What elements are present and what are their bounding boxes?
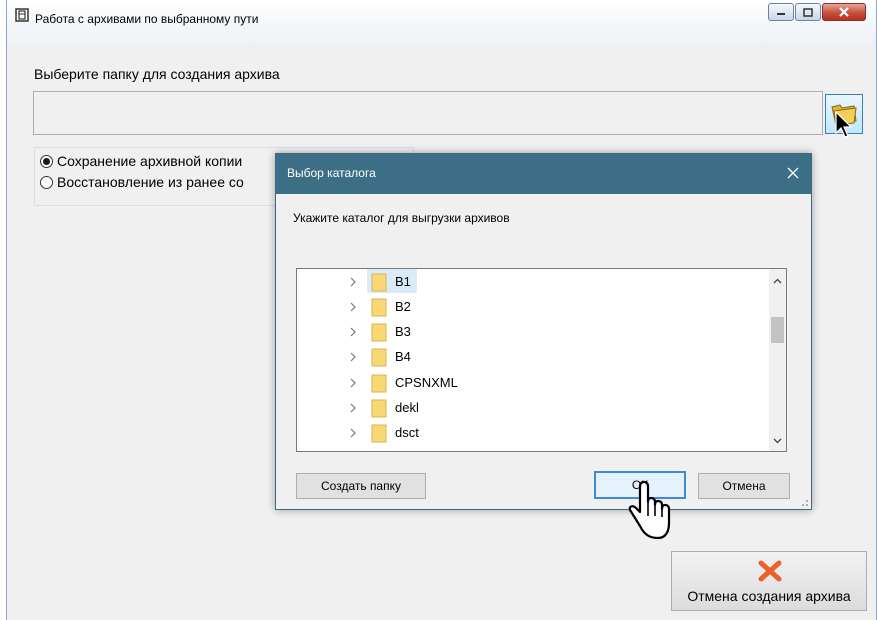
chevron-right-icon[interactable] [349,352,357,362]
maximize-icon [803,7,813,17]
folder-icon [371,374,387,393]
folder-icon [371,399,387,418]
folder-icon [371,348,387,367]
minimize-icon [777,13,785,15]
radio-restore-archive[interactable]: Восстановление из ранее со [40,174,244,190]
radio-checked-icon [40,154,53,168]
folder-icon [371,273,387,292]
tree-scrollbar[interactable] [769,269,786,451]
window-title: Работа с архивами по выбранному пути [35,12,259,26]
app-icon [15,8,29,22]
tree-item[interactable]: B2 [297,294,767,320]
tree-item[interactable]: dekl [297,395,767,421]
cancel-archive-label: Отмена создания архива [687,588,851,604]
cancel-x-icon [758,560,782,582]
window-titlebar: Работа с архивами по выбранному пути [7,0,876,44]
close-icon [839,7,849,17]
close-icon [787,167,799,179]
chevron-right-icon[interactable] [349,378,357,388]
select-folder-label: Выберите папку для создания архива [34,66,280,82]
choose-folder-dialog: Выбор каталога Укажите каталог для выгру… [275,153,812,510]
chevron-right-icon[interactable] [349,327,357,337]
radio-save-archive[interactable]: Сохранение архивной копии [40,153,242,169]
tree-item-label: dsct [395,425,419,440]
tree-item[interactable]: B4 [297,344,767,370]
folder-icon [371,323,387,342]
tree-item-label: B3 [395,324,411,339]
tree-item-label: CPSNXML [395,375,458,390]
cancel-button[interactable]: Отмена [698,473,790,499]
chevron-right-icon[interactable] [349,277,357,287]
radio-unchecked-icon [40,175,53,189]
arrow-cursor-icon [835,111,853,138]
folder-icon [371,298,387,317]
tree-item-label: B1 [395,274,411,289]
radio-save-label: Сохранение архивной копии [57,153,243,169]
path-input[interactable] [33,91,823,135]
dialog-title: Выбор каталога [287,166,376,180]
folder-tree[interactable]: B1 B2 B3 B4 CPSNXML dekl dsct [296,268,787,452]
tree-item[interactable]: B3 [297,319,767,345]
tree-item-label: B2 [395,299,411,314]
cancel-archive-button[interactable]: Отмена создания архива [671,551,867,611]
tree-item[interactable]: B1 [297,269,767,295]
create-folder-button[interactable]: Создать папку [296,473,426,499]
minimize-button[interactable] [768,3,794,21]
dialog-titlebar: Выбор каталога [276,154,811,194]
dialog-prompt: Укажите каталог для выгрузки архивов [293,211,510,225]
maximize-button[interactable] [795,3,821,21]
scroll-up-icon[interactable] [773,277,782,286]
chevron-right-icon[interactable] [349,403,357,413]
resize-grip-icon[interactable] [799,497,809,507]
folder-icon [371,424,387,443]
close-button[interactable] [822,3,866,21]
tree-item-label: B4 [395,349,411,364]
dialog-close-button[interactable] [783,163,803,183]
radio-restore-label: Восстановление из ранее со [57,174,244,190]
scrollbar-thumb[interactable] [771,317,784,343]
tree-item-label: dekl [395,400,419,415]
tree-item[interactable]: CPSNXML [297,370,767,396]
scroll-down-icon[interactable] [773,436,782,445]
hand-cursor-icon [628,480,671,540]
tree-item[interactable]: dsct [297,420,767,446]
chevron-right-icon[interactable] [349,428,357,438]
chevron-right-icon[interactable] [349,302,357,312]
